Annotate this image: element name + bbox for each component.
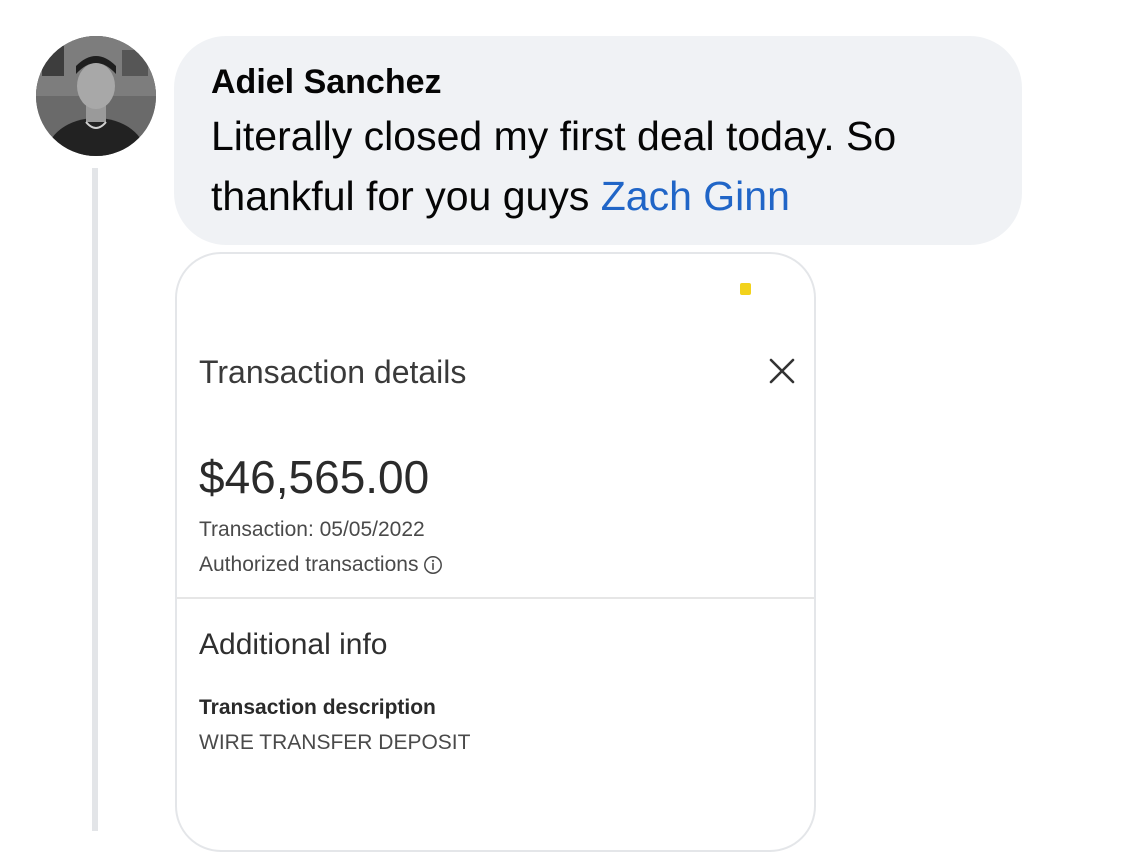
transaction-date: Transaction: 05/05/2022 [199, 518, 425, 541]
close-button[interactable] [765, 354, 799, 388]
comment-author[interactable]: Adiel Sanchez [211, 62, 986, 102]
close-icon [769, 358, 795, 384]
comment-body: Literally closed my first deal today. So… [211, 113, 897, 219]
avatar-image [36, 36, 156, 156]
authorization-label: Authorized transactions [199, 553, 419, 576]
transaction-amount: $46,565.00 [199, 451, 430, 503]
thread-line [92, 168, 98, 831]
mention-link[interactable]: Zach Ginn [601, 173, 790, 219]
description-label: Transaction description [199, 696, 436, 719]
additional-info-heading: Additional info [199, 628, 388, 661]
transaction-title: Transaction details [199, 354, 467, 390]
comment-bubble: Adiel Sanchez Literally closed my first … [174, 36, 1022, 245]
section-divider [177, 597, 814, 599]
transaction-screenshot: Transaction details $46,565.00 Transacti… [175, 252, 816, 852]
comment-text: Literally closed my first deal today. So… [211, 106, 986, 226]
status-dot [740, 283, 751, 295]
avatar[interactable] [36, 36, 156, 156]
authorization-status: Authorized transactions [199, 551, 443, 579]
info-icon[interactable] [423, 555, 443, 575]
description-value: WIRE TRANSFER DEPOSIT [199, 731, 471, 754]
